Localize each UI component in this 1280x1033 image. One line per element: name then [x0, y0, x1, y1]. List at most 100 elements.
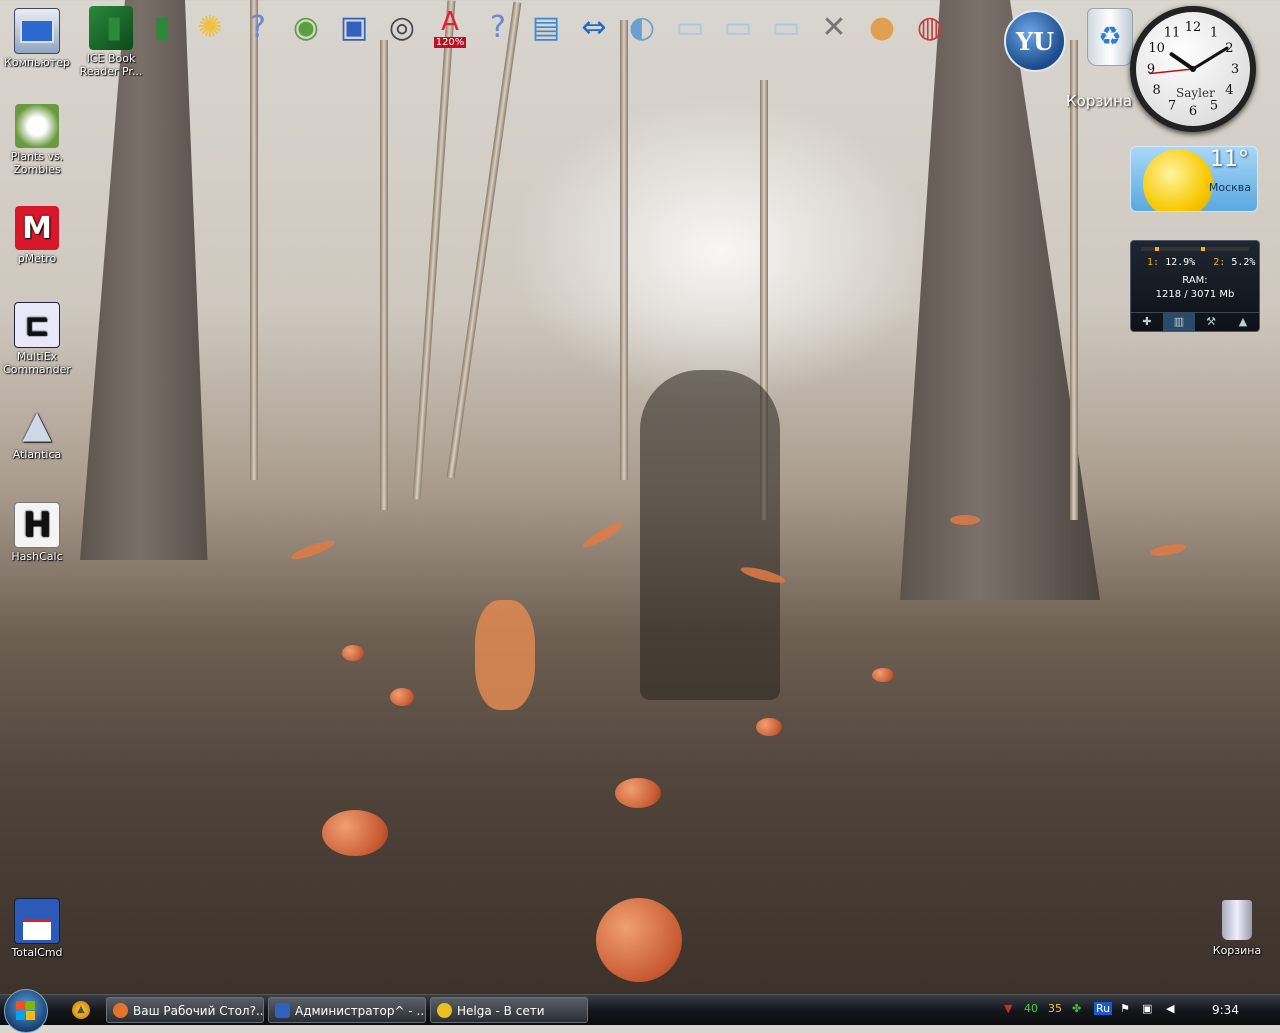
clock-second-hand: [1149, 68, 1194, 75]
desktop-icon-hashcalc[interactable]: H HashCalc: [0, 502, 74, 563]
birch-tree: [380, 40, 388, 510]
yu-label: YU: [1015, 26, 1055, 56]
flag-icon[interactable]: ⚑: [1120, 1002, 1130, 1015]
cpu-ram-meter[interactable]: 1: 12.9% 2: 5.2% RAM: 1218 / 3071 Mb ✚ ▥…: [1130, 240, 1260, 332]
taskbar-button-qip[interactable]: Helga - В сети: [430, 997, 588, 1023]
dock-item-globe[interactable]: ◉: [284, 2, 328, 52]
game-icon: [15, 104, 59, 148]
floppy-icon: [275, 1003, 290, 1018]
yu-button[interactable]: YU: [1004, 10, 1066, 72]
desktop-icon-totalcmd[interactable]: TotalCmd: [0, 898, 74, 959]
taskbar-clock[interactable]: 9:34: [1212, 1003, 1239, 1017]
meter-toolbar: ✚ ▥ ⚒ ▲: [1131, 312, 1259, 331]
dock-item-shield[interactable]: ◍: [908, 2, 952, 52]
weather-gadget[interactable]: 11° Москва: [1130, 146, 1258, 212]
core1-bar: [1154, 247, 1159, 251]
taskbar-button-firefox[interactable]: Ваш Рабочий Стол?...: [106, 997, 264, 1023]
fish: [475, 600, 535, 710]
antivirus-icon[interactable]: ▼: [1004, 1002, 1012, 1015]
windows-logo-icon: [16, 1001, 25, 1010]
computer-icon: [14, 8, 60, 54]
fish: [1149, 541, 1187, 559]
multiex-icon: ⊏: [14, 302, 60, 348]
orange: [322, 810, 388, 856]
orange: [872, 668, 894, 682]
rdp-icon: ▤: [531, 9, 561, 45]
birch-tree: [250, 0, 258, 480]
ram-view-icon[interactable]: ▥: [1163, 313, 1195, 331]
network-icon[interactable]: ▣: [1142, 1002, 1152, 1015]
clock-svg: 1234567891011 12: [1147, 20, 1239, 119]
dock-item-sparkle[interactable]: ✺: [188, 2, 232, 52]
desktop-icon-computer[interactable]: Компьютер: [0, 8, 74, 69]
orange: [756, 718, 782, 736]
plus-icon[interactable]: ✚: [1131, 313, 1163, 331]
sun-icon: [1143, 149, 1213, 211]
quick-launch-icon[interactable]: ▲: [72, 1001, 90, 1019]
help-icon: ?: [250, 9, 266, 45]
tray-number-2[interactable]: 35: [1048, 1002, 1062, 1015]
icon-label: Atlantica: [12, 448, 62, 461]
dock-item-book[interactable]: ▮: [140, 2, 184, 52]
dock-item-pig[interactable]: ●: [860, 2, 904, 52]
zoom-label: 120%: [433, 36, 467, 48]
orange: [342, 645, 364, 661]
folder-icon: ▭: [675, 9, 705, 45]
dock-item-tools[interactable]: ✕: [812, 2, 856, 52]
dock-item-zoom[interactable]: A 120%: [428, 2, 472, 52]
taskbar-button-totalcmd[interactable]: Администратор^ - ...: [268, 997, 426, 1023]
windows-logo-icon: [26, 1011, 35, 1020]
core2-bar: [1200, 247, 1205, 251]
atlantica-icon: ▲: [22, 401, 52, 446]
desktop-icon-multiex[interactable]: ⊏ MultiEx Commander: [0, 302, 74, 376]
dock-item-rdp[interactable]: ▤: [524, 2, 568, 52]
clock-face: 1 2 3 4 5 6 7 8 9 10 11 12 Sayler: [1136, 12, 1250, 126]
core2-label: 2:: [1213, 257, 1226, 268]
dock-item-teamviewer[interactable]: ⇔: [572, 2, 616, 52]
dock-recycle-bin-label: Корзина: [1066, 92, 1133, 110]
clock-number: 8: [1152, 83, 1160, 98]
dock-item-floppy[interactable]: ▣: [332, 2, 376, 52]
orange: [596, 898, 682, 982]
dock-item-folder[interactable]: ▭: [668, 2, 712, 52]
core1-value: 12.9%: [1165, 257, 1196, 268]
clock-number: 7: [1168, 98, 1176, 113]
recycle-bin-icon: ♻: [1087, 8, 1133, 66]
teamviewer-icon: ⇔: [581, 9, 607, 45]
clock-number: 10: [1148, 41, 1165, 56]
weather-city: Москва: [1208, 181, 1251, 194]
volume-icon[interactable]: ◀: [1166, 1002, 1174, 1015]
sparkle-icon: ✺: [197, 9, 223, 45]
clock-gadget[interactable]: 1 2 3 4 5 6 7 8 9 10 11 12 Sayler: [1130, 6, 1256, 132]
dock-item-help[interactable]: ?: [236, 2, 280, 52]
dock-item-folder[interactable]: ▭: [764, 2, 808, 52]
cpu-bars: [1141, 247, 1249, 251]
clock-number: 3: [1231, 62, 1239, 77]
dock-item-help[interactable]: ?: [476, 2, 520, 52]
language-indicator[interactable]: Ru: [1094, 1002, 1113, 1015]
desktop-icon-pmetro[interactable]: M pMetro: [0, 206, 74, 265]
dock-item-network[interactable]: ◐: [620, 2, 664, 52]
desktop-icon-atlantica[interactable]: ▲ Atlantica: [0, 401, 74, 462]
core1-label: 1:: [1147, 257, 1160, 268]
clock-minute-hand: [1191, 46, 1229, 71]
qip-icon: [437, 1003, 452, 1018]
clock-number: 1: [1210, 26, 1218, 41]
dock-item-camera[interactable]: ◎: [380, 2, 424, 52]
clock-number: 6: [1189, 104, 1197, 119]
dock-item-folder[interactable]: ▭: [716, 2, 760, 52]
start-button[interactable]: [4, 989, 48, 1033]
icon-label: TotalCmd: [11, 946, 63, 959]
desktop-icon-plants-vs-zombies[interactable]: Plants vs. Zombies: [0, 104, 74, 176]
wrench-icon[interactable]: ⚒: [1195, 313, 1227, 331]
task-label: Helga - В сети: [457, 1004, 545, 1018]
birch-tree: [620, 20, 628, 480]
tray-number-1[interactable]: 40: [1024, 1002, 1038, 1015]
clock-number: 9: [1147, 62, 1155, 77]
icon-label: pMetro: [17, 252, 57, 265]
status-icon[interactable]: ✤: [1072, 1002, 1081, 1015]
icon-label: MultiEx Commander: [3, 350, 71, 376]
dock-item-book[interactable]: ▮: [92, 2, 136, 52]
desktop-icon-recycle-bin[interactable]: Корзина: [1200, 898, 1274, 957]
lock-icon[interactable]: ▲: [1227, 313, 1259, 331]
